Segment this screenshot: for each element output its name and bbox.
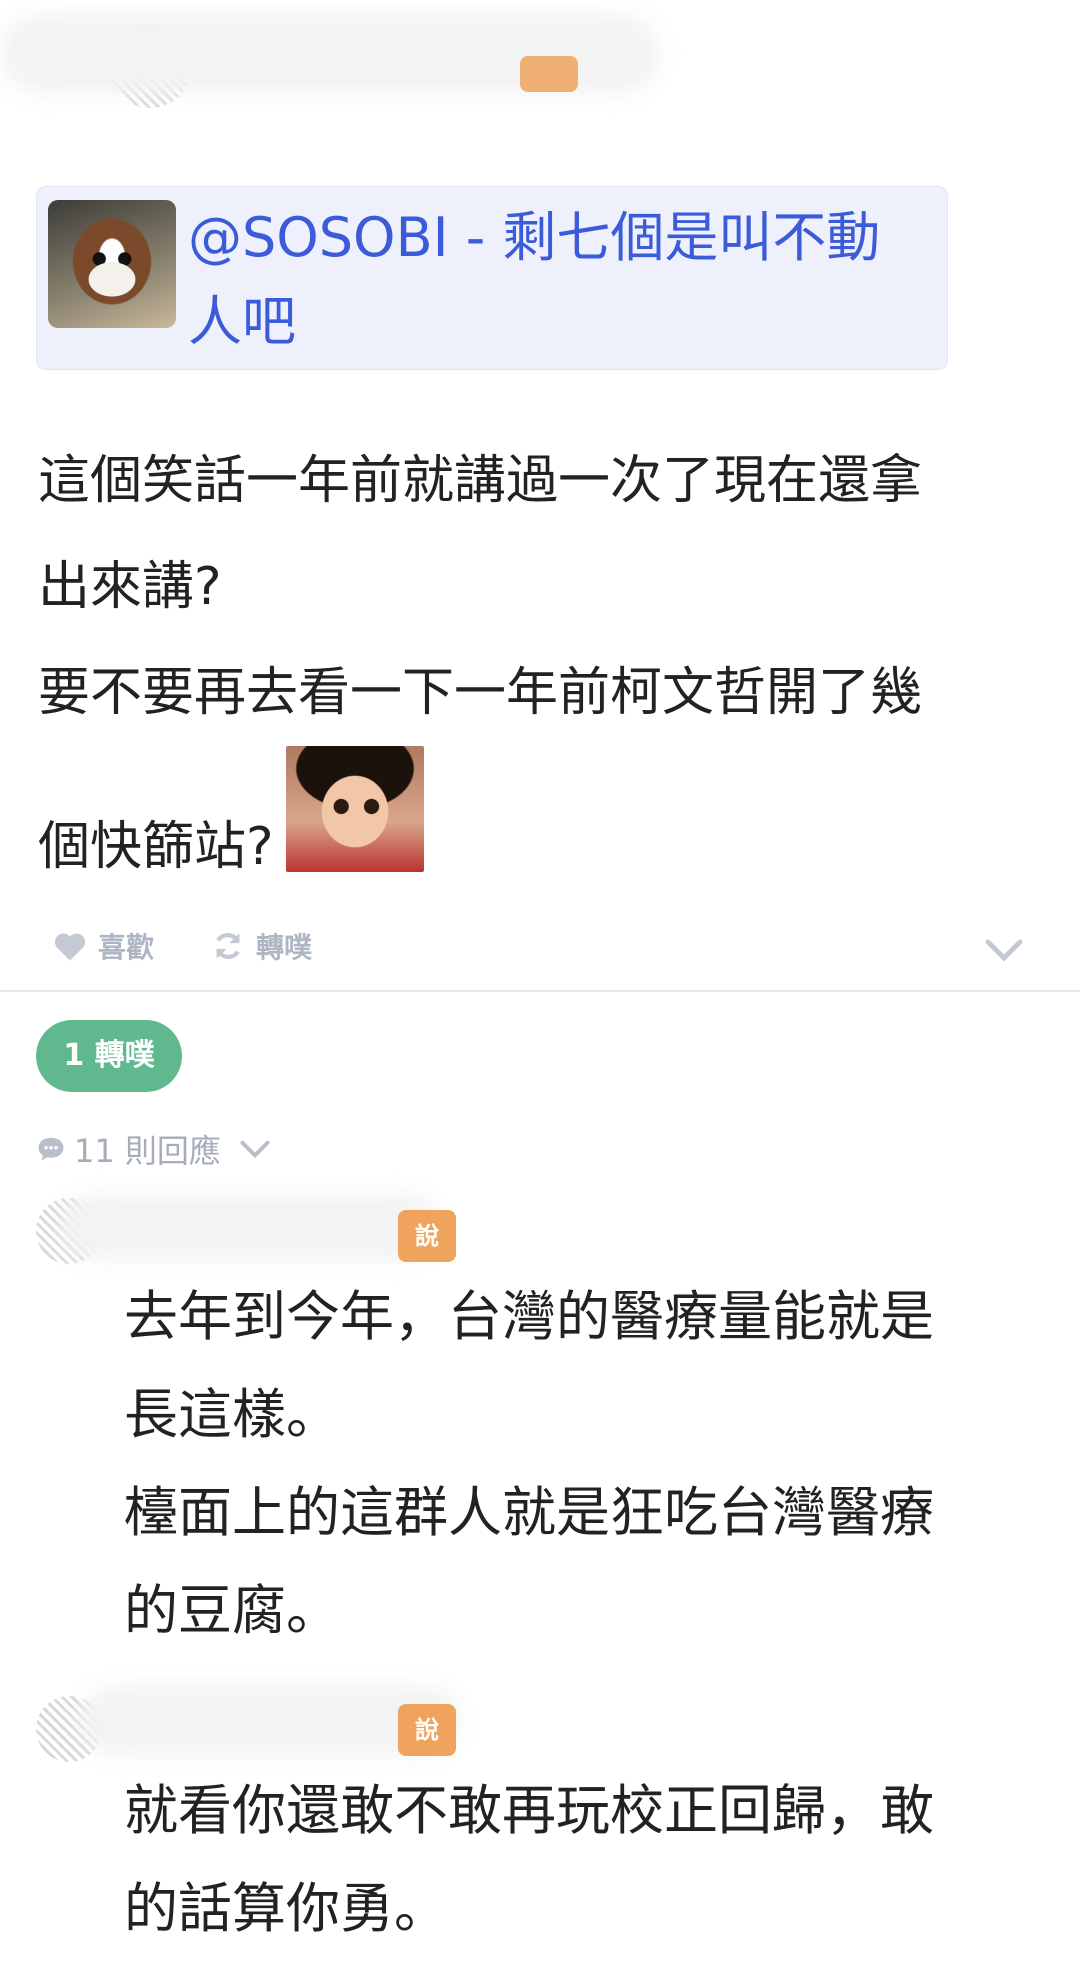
post-content: 這個笑話一年前就講過一次了現在還拿 出來講? 要不要再去看一下一年前柯文哲開了幾… — [38, 428, 1048, 900]
replurk-icon — [216, 933, 240, 959]
response-qualifier-badge: 說 — [398, 1704, 456, 1756]
poster-qualifier-badge — [520, 56, 578, 92]
response-count-label: 11 則回應 — [74, 1132, 221, 1170]
post-line: 出來講? — [38, 557, 222, 617]
response-count-toggle[interactable]: 11 則回應 — [36, 1126, 271, 1172]
replurk-count-badge[interactable]: 1 轉噗 — [36, 1020, 182, 1092]
post-line: 個快篩站? — [38, 746, 1048, 900]
response-qualifier-badge: 說 — [398, 1210, 456, 1262]
chevron-down-icon[interactable] — [984, 936, 1024, 964]
post-line: 要不要再去看一下一年前柯文哲開了幾 — [38, 663, 923, 723]
response-line: 就看你還敢不敢再玩校正回歸，敢 — [124, 1779, 934, 1842]
response-line: 去年到今年，台灣的醫療量能就是 — [124, 1285, 934, 1348]
section-divider — [0, 990, 1080, 992]
like-label: 喜歡 — [98, 931, 155, 964]
heart-icon — [54, 933, 86, 961]
response-line: 的話算你勇。 — [124, 1877, 448, 1940]
replurk-button[interactable]: 轉噗 — [210, 926, 312, 966]
response-text: 就看你還敢不敢再玩校正回歸，敢 的話算你勇。 — [124, 1762, 1024, 1958]
post-line-text: 個快篩站? — [38, 817, 274, 877]
response-line: 檯面上的這群人就是狂吃台灣醫療 — [124, 1481, 934, 1544]
response-text: 去年到今年，台灣的醫療量能就是 長這樣。 檯面上的這群人就是狂吃台灣醫療 的豆腐… — [124, 1268, 1024, 1660]
replurk-label: 轉噗 — [256, 931, 313, 964]
kid-face-sticker — [285, 746, 424, 872]
response-line: 長這樣。 — [124, 1383, 340, 1446]
quoted-plurk-avatar — [48, 200, 176, 328]
response-line: 的豆腐。 — [124, 1579, 340, 1642]
responder-name-redacted — [60, 1194, 440, 1260]
speech-bubble-icon — [38, 1137, 64, 1161]
like-button[interactable]: 喜歡 — [52, 926, 154, 966]
post-line: 這個笑話一年前就講過一次了現在還拿 — [38, 451, 923, 511]
chevron-down-icon — [240, 1140, 270, 1159]
quoted-plurk-link[interactable]: @SOSOBI - 剩七個是叫不動人吧 — [188, 196, 928, 364]
